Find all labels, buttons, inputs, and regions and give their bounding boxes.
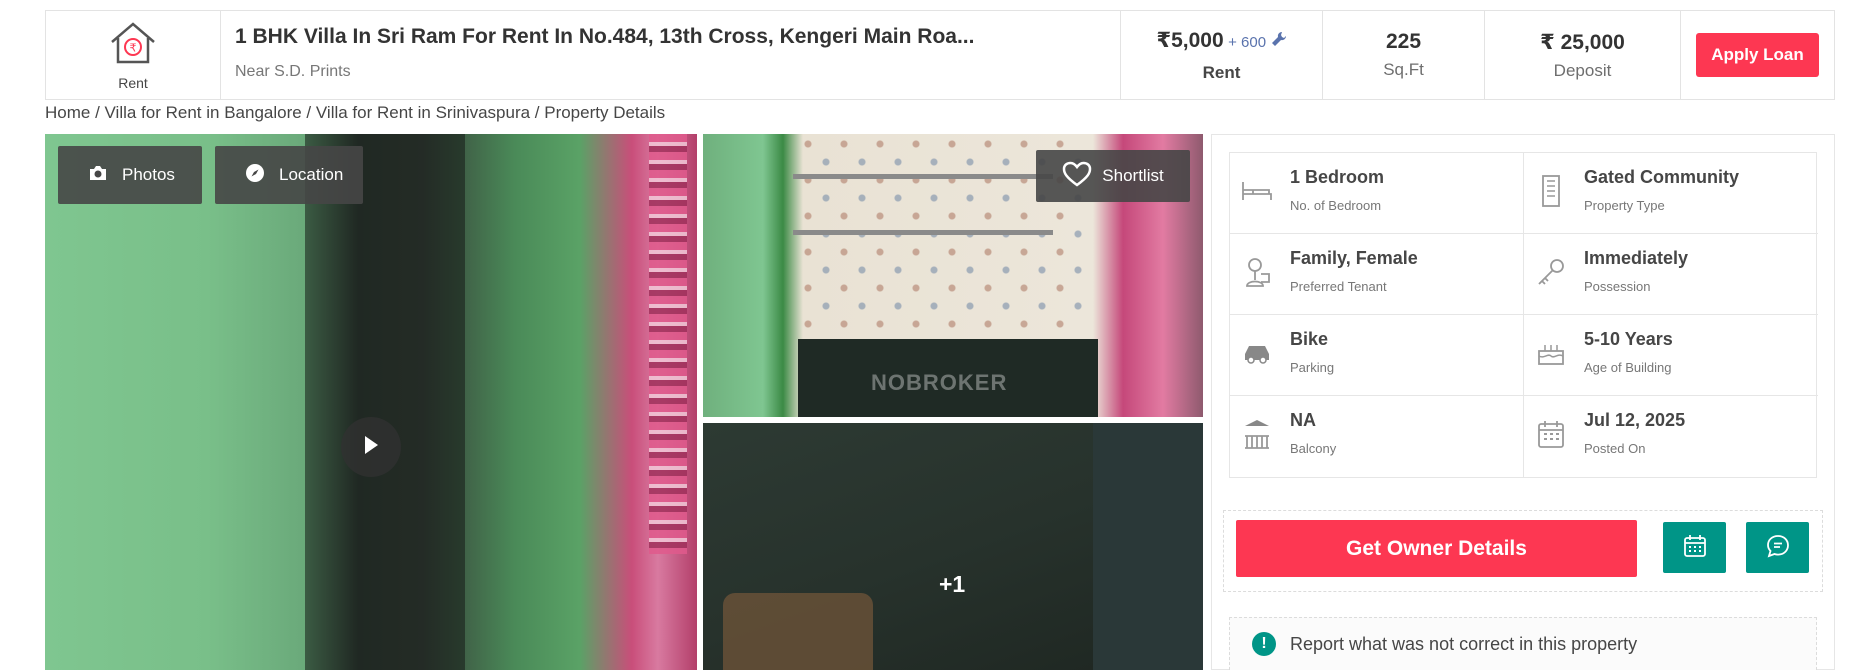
rent-label: Rent	[1202, 62, 1241, 82]
detail-parking: Bike Parking	[1230, 315, 1524, 396]
room-photo[interactable]	[703, 423, 1203, 670]
photo-shelf	[793, 230, 1053, 235]
bed-icon	[1240, 171, 1274, 211]
property-subtitle: Near S.D. Prints	[235, 63, 351, 80]
detail-posted-on: Jul 12, 2025 Posted On	[1524, 396, 1818, 477]
chat-icon	[1766, 534, 1790, 561]
detail-balcony: NA Balcony	[1230, 396, 1524, 477]
deposit-cell: ₹ 25,000 Deposit	[1485, 11, 1681, 99]
photo-garland	[649, 134, 687, 554]
car-icon	[1240, 333, 1274, 373]
detail-label: Property Type	[1584, 198, 1665, 213]
photos-label: Photos	[122, 165, 175, 184]
report-text: Report what was not correct in this prop…	[1290, 633, 1638, 654]
area-value: 225	[1385, 30, 1422, 53]
camera-icon	[88, 165, 122, 186]
exclamation-icon: !	[1252, 632, 1276, 656]
detail-value: Family, Female	[1290, 248, 1418, 268]
property-details-grid: 1 Bedroom No. of Bedroom Gated Community P…	[1229, 152, 1818, 478]
rent-cell: ₹5,000 + 600 Rent	[1121, 11, 1323, 99]
balcony-icon	[1240, 414, 1274, 454]
maintenance-extra[interactable]: + 600	[1228, 34, 1266, 51]
location-button[interactable]: Location	[215, 146, 363, 204]
detail-value: NA	[1290, 410, 1316, 430]
calendar-icon	[1534, 414, 1568, 454]
apply-cell: Apply Loan	[1681, 11, 1834, 99]
detail-value: Bike	[1290, 329, 1329, 349]
photo-bag	[723, 593, 873, 670]
detail-value: Jul 12, 2025	[1584, 410, 1686, 430]
key-icon	[1534, 252, 1568, 292]
detail-value: Immediately	[1584, 248, 1689, 268]
compass-icon	[245, 163, 279, 188]
svg-text:₹: ₹	[130, 41, 137, 54]
play-icon	[362, 435, 380, 460]
deposit-value: ₹ 25,000	[1540, 30, 1625, 54]
photos-button[interactable]: Photos	[58, 146, 202, 204]
detail-label: No. of Bedroom	[1290, 198, 1382, 213]
detail-property-type: Gated Community Property Type	[1524, 153, 1818, 234]
calendar-icon	[1683, 534, 1707, 561]
main-photo[interactable]	[45, 134, 697, 670]
detail-preferred-tenant: Family, Female Preferred Tenant	[1230, 234, 1524, 315]
detail-value: 5-10 Years	[1584, 329, 1673, 349]
chat-button[interactable]	[1746, 522, 1809, 573]
detail-possession: Immediately Possession	[1524, 234, 1818, 315]
cake-icon	[1534, 333, 1568, 373]
watermark-logo: NOBROKER	[871, 370, 1008, 395]
area-label: Sq.Ft	[1383, 60, 1424, 79]
shortlist-button[interactable]: Shortlist	[1036, 150, 1190, 202]
rent-value: ₹5,000	[1156, 28, 1224, 52]
shortlist-label: Shortlist	[1102, 166, 1164, 185]
play-video-button[interactable]	[341, 417, 401, 477]
detail-label: Posted On	[1584, 441, 1646, 456]
detail-value: Gated Community	[1584, 167, 1740, 187]
rent-house-icon: ₹	[108, 20, 158, 71]
heart-icon	[1062, 161, 1102, 192]
detail-label: Possession	[1584, 279, 1651, 294]
photo-shelf	[793, 174, 1053, 179]
building-icon	[1534, 171, 1568, 211]
more-photos-count[interactable]: +1	[939, 571, 965, 598]
wrench-icon[interactable]	[1271, 31, 1287, 51]
detail-label: Balcony	[1290, 441, 1337, 456]
schedule-visit-button[interactable]	[1663, 522, 1726, 573]
tenant-icon	[1240, 252, 1274, 292]
detail-bedroom: 1 Bedroom No. of Bedroom	[1230, 153, 1524, 234]
get-owner-details-button[interactable]: Get Owner Details	[1236, 520, 1637, 577]
photo-door	[1093, 423, 1203, 670]
apply-loan-button[interactable]: Apply Loan	[1696, 33, 1819, 77]
category-label: Rent	[118, 74, 148, 91]
breadcrumb[interactable]: Home / Villa for Rent in Bangalore / Vil…	[45, 103, 665, 123]
detail-age-of-building: 5-10 Years Age of Building	[1524, 315, 1818, 396]
category-cell: ₹ Rent	[46, 11, 221, 99]
detail-label: Preferred Tenant	[1290, 279, 1387, 294]
detail-value: 1 Bedroom	[1290, 167, 1385, 187]
title-cell: 1 BHK Villa In Sri Ram For Rent In No.48…	[221, 11, 1121, 99]
detail-label: Age of Building	[1584, 360, 1672, 375]
deposit-label: Deposit	[1553, 60, 1612, 80]
photo-shadow	[305, 134, 465, 670]
detail-label: Parking	[1290, 360, 1335, 375]
property-header: ₹ Rent 1 BHK Villa In Sri Ram For Rent I…	[45, 10, 1835, 100]
location-label: Location	[279, 165, 344, 184]
property-title: 1 BHK Villa In Sri Ram For Rent In No.48…	[235, 25, 975, 48]
report-issue-box[interactable]: ! Report what was not correct in this pr…	[1229, 617, 1817, 670]
area-cell: 225 Sq.Ft	[1323, 11, 1485, 99]
